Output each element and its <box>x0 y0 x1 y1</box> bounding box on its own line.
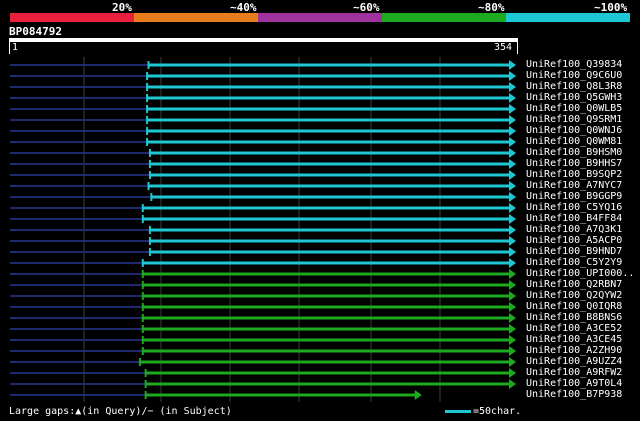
hit-arrow-icon <box>509 192 516 202</box>
hit-arrow-icon <box>509 247 516 257</box>
hit-label[interactable]: UniRef100_Q0WNJ6 <box>526 125 622 136</box>
hit-arrow-icon <box>509 324 516 334</box>
hit-arrow-icon <box>509 368 516 378</box>
hit-label[interactable]: UniRef100_Q0IQR8 <box>526 301 622 312</box>
hit-arrow-icon <box>509 181 516 191</box>
hit-arrow-icon <box>509 291 516 301</box>
hit-arrow-icon <box>509 203 516 213</box>
hit-arrow-icon <box>509 82 516 92</box>
hit-arrow-icon <box>509 225 516 235</box>
hit-label[interactable]: UniRef100_UPI000.. <box>526 268 634 279</box>
hit-arrow-icon <box>509 335 516 345</box>
hit-label[interactable]: UniRef100_A7NYC7 <box>526 180 622 191</box>
hit-label[interactable]: UniRef100_B7P938 <box>526 389 622 400</box>
hit-label[interactable]: UniRef100_A5ACP0 <box>526 235 622 246</box>
hit-label[interactable]: UniRef100_Q0WM81 <box>526 136 622 147</box>
hit-label[interactable]: UniRef100_Q5GWH3 <box>526 92 622 103</box>
hit-label[interactable]: UniRef100_B9HSM0 <box>526 147 622 158</box>
hit-label[interactable]: UniRef100_Q2QYW2 <box>526 290 622 301</box>
hit-arrow-icon <box>509 60 516 70</box>
hit-arrow-icon <box>509 93 516 103</box>
gap-legend: Large gaps:▲(in Query)/− (in Subject) <box>9 406 232 417</box>
hit-arrow-icon <box>509 302 516 312</box>
hit-row[interactable] <box>10 390 422 400</box>
hit-arrow-icon <box>509 269 516 279</box>
hit-label[interactable]: UniRef100_Q0WLB5 <box>526 103 622 114</box>
hit-arrow-icon <box>509 170 516 180</box>
hit-label[interactable]: UniRef100_B9HHS7 <box>526 158 622 169</box>
hit-arrow-icon <box>414 390 422 400</box>
hit-arrow-icon <box>509 313 516 323</box>
scale-legend-text: =50char. <box>473 406 522 417</box>
hit-label[interactable]: UniRef100_A9UZZ4 <box>526 356 622 367</box>
hit-label[interactable]: UniRef100_A3CE45 <box>526 334 622 345</box>
scale-legend: =50char. <box>445 406 521 417</box>
hit-arrow-icon <box>509 126 516 136</box>
hit-label[interactable]: UniRef100_C5Y2Y9 <box>526 257 622 268</box>
hit-label[interactable]: UniRef100_B4FF84 <box>526 213 622 224</box>
hit-arrow-icon <box>509 148 516 158</box>
hit-arrow-icon <box>509 280 516 290</box>
hit-arrow-icon <box>509 104 516 114</box>
hit-arrow-icon <box>509 159 516 169</box>
hit-arrow-icon <box>509 214 516 224</box>
hit-label[interactable]: UniRef100_Q9C6U0 <box>526 70 622 81</box>
hit-arrow-icon <box>509 379 516 389</box>
hit-label[interactable]: UniRef100_A2ZH90 <box>526 345 622 356</box>
hit-label[interactable]: UniRef100_B9HND7 <box>526 246 622 257</box>
hit-label[interactable]: UniRef100_A9RFW2 <box>526 367 622 378</box>
hit-label[interactable]: UniRef100_A3CE52 <box>526 323 622 334</box>
hit-label[interactable]: UniRef100_B9GGP9 <box>526 191 622 202</box>
hit-arrow-icon <box>509 236 516 246</box>
hit-label[interactable]: UniRef100_A9T0L4 <box>526 378 622 389</box>
hit-label[interactable]: UniRef100_B9SQP2 <box>526 169 622 180</box>
hit-arrow-icon <box>509 346 516 356</box>
hit-label[interactable]: UniRef100_Q8L3R8 <box>526 81 622 92</box>
hit-label[interactable]: UniRef100_C5YQ16 <box>526 202 622 213</box>
hit-label[interactable]: UniRef100_A7Q3K1 <box>526 224 622 235</box>
hit-label[interactable]: UniRef100_Q2RBN7 <box>526 279 622 290</box>
hit-arrow-icon <box>509 357 516 367</box>
hit-label[interactable]: UniRef100_B8BNS6 <box>526 312 622 323</box>
hit-arrow-icon <box>509 115 516 125</box>
hit-label[interactable]: UniRef100_Q9SRM1 <box>526 114 622 125</box>
hit-arrow-icon <box>509 258 516 268</box>
scale-bar-swatch <box>445 409 471 413</box>
hit-label[interactable]: UniRef100_Q39834 <box>526 59 622 70</box>
hit-arrow-icon <box>509 137 516 147</box>
hit-arrow-icon <box>509 71 516 81</box>
